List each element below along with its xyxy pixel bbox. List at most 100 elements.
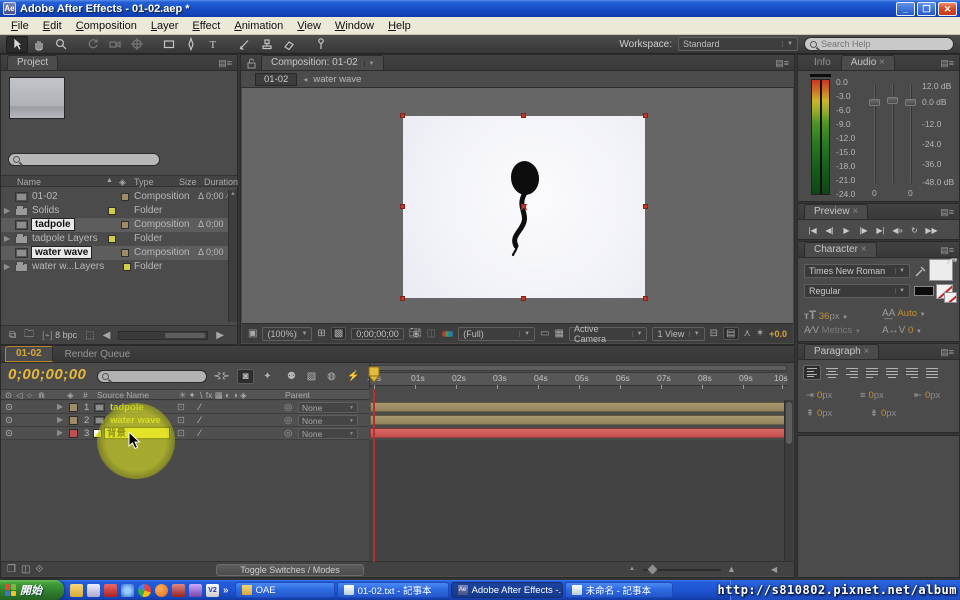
audio-toggle-button[interactable]: ◀» — [889, 223, 906, 237]
column-name[interactable]: Name — [17, 177, 41, 187]
source-name-column[interactable]: Source Name — [97, 390, 149, 400]
app-icon-purple[interactable] — [189, 584, 202, 597]
tab-info[interactable]: Info — [804, 55, 841, 70]
scroll-up-icon[interactable]: ▲ — [230, 191, 236, 197]
playhead-line[interactable] — [373, 389, 375, 562]
menu-composition[interactable]: Composition — [69, 19, 144, 33]
zoom-out-mountain-icon[interactable]: ▲ — [629, 566, 635, 572]
puppet-pin-tool-icon[interactable] — [310, 36, 332, 53]
minimize-button[interactable]: _ — [896, 2, 915, 16]
workspace-select[interactable]: Standard ▼ — [678, 37, 798, 51]
frame-blending-icon[interactable]: ▧ — [303, 369, 320, 384]
timeline-icon[interactable]: ⊟ — [710, 328, 718, 339]
view-count-select[interactable]: 1 View▼ — [652, 327, 704, 341]
region-of-interest-icon[interactable]: ▭ — [540, 328, 549, 339]
tab-paragraph[interactable]: Paragraph × — [804, 344, 879, 359]
hand-tool-icon[interactable] — [28, 36, 50, 53]
menu-animation[interactable]: Animation — [227, 19, 290, 33]
parent-column[interactable]: Parent — [285, 390, 310, 400]
type-tool-icon[interactable]: T — [202, 36, 224, 53]
live-update-icon[interactable]: ◙ — [237, 369, 254, 384]
brush-tool-icon[interactable] — [234, 36, 256, 53]
align-left-button[interactable] — [803, 365, 821, 380]
first-line-indent-field[interactable]: ≡0px — [860, 390, 884, 401]
layer-row-1[interactable]: ⊙ ▶ 1 tadpole ⊡ ∕ ◎ None▼ — [1, 401, 369, 414]
comp-button-icon[interactable]: ▤ — [723, 327, 738, 340]
project-bpc[interactable]: [⌁] 8 bpc — [42, 330, 77, 341]
project-row-selected[interactable]: tadpole Composition Δ 0;00 — [1, 218, 237, 232]
parent-pickwhip-icon[interactable]: ◎ — [284, 415, 292, 426]
column-type[interactable]: Type — [134, 177, 154, 187]
mask-shape-tool-icon[interactable] — [158, 36, 180, 53]
panel-menu-icon[interactable]: ▤≡ — [775, 58, 789, 69]
audio-slider-value[interactable]: 0 — [908, 188, 913, 198]
eye-icon[interactable]: ⊙ — [5, 415, 13, 426]
current-time-display[interactable]: 0;00;00;00 — [8, 366, 86, 383]
search-help-input[interactable] — [821, 39, 931, 49]
font-size-field[interactable]: тT 36px ▼ — [804, 308, 848, 322]
layer-row-3[interactable]: ⊙ ▶ 3 背景 ⊡ ∕ ◎ None▼ — [1, 427, 369, 440]
justify-all-button[interactable] — [923, 365, 941, 380]
quality-switch[interactable]: ∕ — [199, 428, 201, 439]
taskbar-button-after-effects[interactable]: Ae Adobe After Effects -... — [451, 582, 563, 598]
audio-slider-knob[interactable] — [869, 99, 880, 106]
lock-icon[interactable] — [247, 58, 257, 70]
number-column[interactable]: # — [83, 390, 88, 400]
leading-field[interactable]: A͟A Auto ▼ — [882, 308, 926, 319]
show-snapshot-icon[interactable]: ◫ — [427, 328, 436, 339]
play-button[interactable]: ▶ — [838, 223, 855, 237]
expand-arrow-icon[interactable]: ▶ — [57, 402, 63, 411]
reset-exposure-icon[interactable]: ✶ — [756, 328, 764, 339]
panel-menu-icon[interactable]: ▤≡ — [940, 207, 954, 218]
layer-bar-water-wave[interactable] — [370, 415, 785, 425]
expand-arrow-icon[interactable]: ▶ — [57, 428, 63, 437]
label-swatch[interactable] — [108, 235, 116, 243]
quality-switch[interactable]: ∕ — [199, 415, 201, 426]
collapse-switch[interactable]: ⊡ — [177, 415, 185, 426]
last-frame-button[interactable]: ▶| — [872, 223, 889, 237]
label-swatch[interactable] — [121, 193, 129, 201]
menu-help[interactable]: Help — [381, 19, 418, 33]
time-ruler[interactable]: 0s 01s 02s 03s 04s 05s 06s 07s 08s 09s 1… — [369, 363, 787, 389]
draft-3d-icon[interactable]: ✦ — [259, 369, 276, 384]
snapshot-icon[interactable]: 📷︎ — [409, 328, 422, 339]
selection-handle[interactable] — [400, 296, 405, 301]
menu-layer[interactable]: Layer — [144, 19, 186, 33]
selection-handle[interactable] — [400, 204, 405, 209]
label-swatch[interactable] — [121, 221, 129, 229]
eyedropper-icon[interactable] — [914, 264, 928, 278]
panel-menu-icon[interactable]: ▤≡ — [940, 58, 954, 69]
align-center-button[interactable] — [823, 365, 841, 380]
swap-colors-icon[interactable] — [946, 256, 958, 268]
space-before-field[interactable]: ⇞0px — [806, 408, 832, 419]
pen-tool-icon[interactable] — [180, 36, 202, 53]
toggle-switches-modes-button[interactable]: Toggle Switches / Modes — [216, 564, 364, 576]
expand-arrow-icon[interactable]: ▶ — [4, 206, 10, 215]
firefox-icon[interactable] — [155, 584, 168, 597]
work-area-bar[interactable] — [370, 365, 787, 371]
taskbar-button-oae[interactable]: OAE — [235, 582, 335, 598]
tab-composition[interactable]: Composition: 01-02 ▼ — [261, 55, 384, 70]
kerning-field[interactable]: A⁄V Metrics ▼ — [804, 325, 861, 336]
eye-icon[interactable]: ⊙ — [5, 428, 13, 439]
audio-slider-knob[interactable] — [887, 97, 898, 104]
selection-handle[interactable] — [400, 113, 405, 118]
magnification-select[interactable]: (100%)▼ — [262, 327, 312, 341]
pan-behind-tool-icon[interactable] — [126, 36, 148, 53]
expand-inout-icon[interactable]: ⟐ — [35, 564, 43, 575]
start-button[interactable]: 開始 — [0, 580, 64, 600]
view-layout-icon[interactable]: ▣ — [248, 328, 257, 339]
font-family-select[interactable]: Times New Roman▼ — [804, 264, 910, 278]
selection-handle[interactable] — [643, 204, 648, 209]
camera-select[interactable]: Active Camera▼ — [569, 327, 648, 341]
no-color-swatch[interactable] — [944, 292, 957, 303]
parent-pickwhip-icon[interactable]: ◎ — [284, 428, 292, 439]
scroll-left-icon[interactable]: ◀ — [771, 565, 777, 574]
loop-button[interactable]: ↻ — [906, 223, 923, 237]
selection-handle[interactable] — [521, 113, 526, 118]
label-chip[interactable] — [69, 416, 78, 425]
safe-zones-icon[interactable]: ▩ — [331, 327, 346, 340]
project-row[interactable]: ▶ tadpole Layers Folder — [1, 232, 237, 246]
expand-arrow-icon[interactable]: ▶ — [57, 415, 63, 424]
document-quicklaunch-icon[interactable] — [87, 584, 100, 597]
